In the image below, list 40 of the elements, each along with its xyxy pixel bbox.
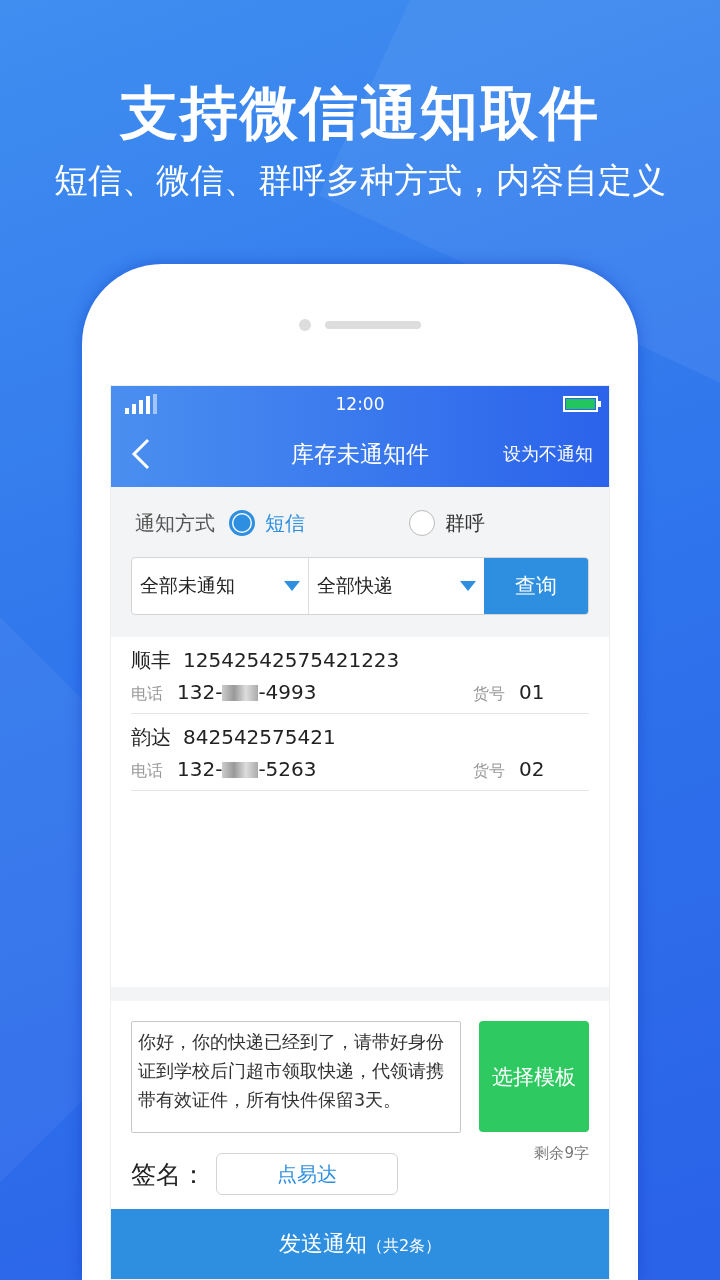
radio-button[interactable] [229, 510, 255, 536]
radio-button[interactable] [409, 510, 435, 536]
redaction-block [222, 761, 259, 778]
courier-name: 韵达 [131, 724, 171, 751]
back-icon[interactable] [131, 438, 151, 470]
screen-title: 库存未通知件 [291, 439, 429, 469]
camera-dot [299, 318, 311, 331]
shelf-label: 货号 [473, 684, 505, 705]
shelf-number: 01 [519, 680, 546, 704]
promo-subheadline: 短信、微信、群呼多种方式，内容自定义 [54, 159, 666, 202]
shelf-number: 02 [519, 757, 546, 781]
filter-dropdown[interactable]: 全部未通知 [132, 558, 309, 614]
battery-icon [563, 395, 601, 412]
signature-field[interactable]: 点易达 [216, 1153, 398, 1195]
phone-label: 电话 [131, 761, 163, 782]
shelf-label: 货号 [473, 761, 505, 782]
tracking-number: 842542575421 [183, 725, 336, 749]
redaction-block [222, 684, 259, 701]
radio-label[interactable]: 短信 [265, 509, 305, 537]
tracking-number: 12542542575421223 [183, 648, 400, 672]
radio-label[interactable]: 群呼 [445, 509, 485, 537]
signal-icon [125, 393, 157, 414]
phone-prefix: 132- [177, 680, 223, 704]
set-not-notify-button[interactable]: 设为不通知 [503, 442, 593, 466]
filter-dropdown[interactable]: 全部快递 [308, 558, 484, 614]
send-notification-button[interactable]: 发送通知（共2条） [111, 1209, 609, 1279]
query-button[interactable]: 查询 [484, 558, 588, 614]
courier-name: 顺丰 [131, 647, 171, 674]
phone-suffix: -4993 [258, 680, 317, 704]
phone-prefix: 132- [177, 757, 223, 781]
phone-suffix: -5263 [258, 757, 317, 781]
message-field[interactable]: 你好，你的快递已经到了，请带好身份证到学校后门超市领取快递，代领请携带有效证件，所有快件保留3天。 [131, 1021, 461, 1133]
method-label: 通知方式 [135, 509, 215, 537]
status-time: 12:00 [335, 393, 385, 414]
caret-icon [283, 581, 300, 591]
signature-label: 签名： [131, 1158, 206, 1191]
caret-icon [460, 581, 476, 591]
remaining-count: 剩余9字 [534, 1144, 589, 1163]
phone-label: 电话 [131, 684, 163, 705]
promo-headline: 支持微信通知取件 [120, 78, 600, 148]
